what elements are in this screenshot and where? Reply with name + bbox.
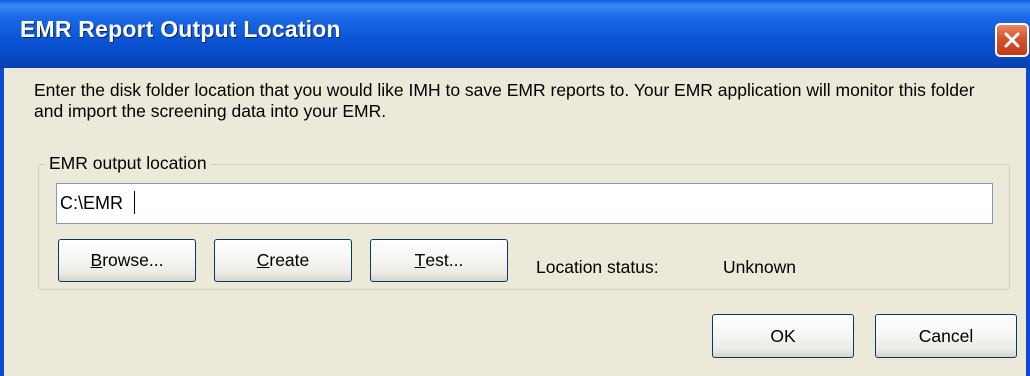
browse-label: rowse... <box>102 250 164 270</box>
test-label: est... <box>425 250 464 270</box>
instructions-text: Enter the disk folder location that you … <box>34 80 975 121</box>
test-button[interactable]: Test... <box>370 239 508 282</box>
group-label: EMR output location <box>46 153 210 174</box>
location-status-value: Unknown <box>723 257 796 277</box>
ok-button[interactable]: OK <box>712 314 854 358</box>
browse-accel: B <box>90 250 103 270</box>
create-label: reate <box>269 250 310 270</box>
window-title: EMR Report Output Location <box>20 16 341 42</box>
cancel-button[interactable]: Cancel <box>875 314 1017 358</box>
text-caret <box>134 191 135 214</box>
close-icon <box>1004 32 1020 48</box>
create-button[interactable]: Create <box>214 239 352 282</box>
title-bar[interactable]: EMR Report Output Location <box>0 0 1030 68</box>
browse-button[interactable]: Browse... <box>58 239 196 282</box>
location-status-label: Location status: <box>536 257 659 277</box>
window-border-left <box>0 68 4 376</box>
create-accel: C <box>256 250 270 270</box>
close-button[interactable] <box>995 23 1029 57</box>
window-border-right <box>1026 68 1030 376</box>
output-path-input[interactable] <box>56 183 993 224</box>
dialog-window: EMR Report Output Location Enter the dis… <box>0 0 1030 376</box>
test-accel: T <box>414 250 426 270</box>
